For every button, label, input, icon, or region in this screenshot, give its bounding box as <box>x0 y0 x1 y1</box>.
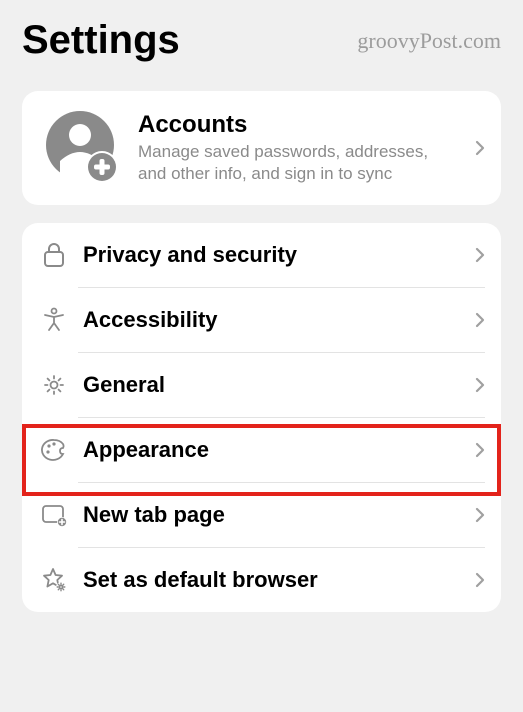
account-title: Accounts <box>138 111 459 139</box>
list-item-label: New tab page <box>83 502 460 528</box>
header-bar: Settings groovyPost.com <box>0 0 523 73</box>
chevron-right-icon <box>475 312 485 328</box>
chevron-right-icon <box>475 377 485 393</box>
chevron-right-icon <box>475 140 485 156</box>
lock-icon <box>40 242 68 268</box>
chevron-right-icon <box>475 442 485 458</box>
list-item-label: Privacy and security <box>83 242 460 268</box>
account-avatar-icon <box>44 109 122 187</box>
gear-icon <box>40 373 68 397</box>
list-item-privacy[interactable]: Privacy and security <box>22 223 501 287</box>
list-item-label: General <box>83 372 460 398</box>
accessibility-icon <box>40 307 68 333</box>
chevron-right-icon <box>475 507 485 523</box>
list-item-default-browser[interactable]: Set as default browser <box>22 548 501 612</box>
star-gear-icon <box>40 567 68 593</box>
chevron-right-icon <box>475 247 485 263</box>
list-item-appearance[interactable]: Appearance <box>22 418 501 482</box>
list-item-accessibility[interactable]: Accessibility <box>22 288 501 352</box>
list-item-newtab[interactable]: New tab page <box>22 483 501 547</box>
accounts-card[interactable]: Accounts Manage saved passwords, address… <box>22 91 501 205</box>
account-subtitle: Manage saved passwords, addresses, and o… <box>138 141 459 185</box>
account-text: Accounts Manage saved passwords, address… <box>138 111 459 185</box>
palette-icon <box>40 438 68 462</box>
page-title: Settings <box>22 18 180 63</box>
list-item-label: Appearance <box>83 437 460 463</box>
list-item-general[interactable]: General <box>22 353 501 417</box>
list-item-label: Set as default browser <box>83 567 460 593</box>
watermark: groovyPost.com <box>357 28 501 54</box>
newtab-icon <box>40 503 68 527</box>
chevron-right-icon <box>475 572 485 588</box>
settings-list: Privacy and security Accessibility <box>22 223 501 612</box>
list-item-label: Accessibility <box>83 307 460 333</box>
